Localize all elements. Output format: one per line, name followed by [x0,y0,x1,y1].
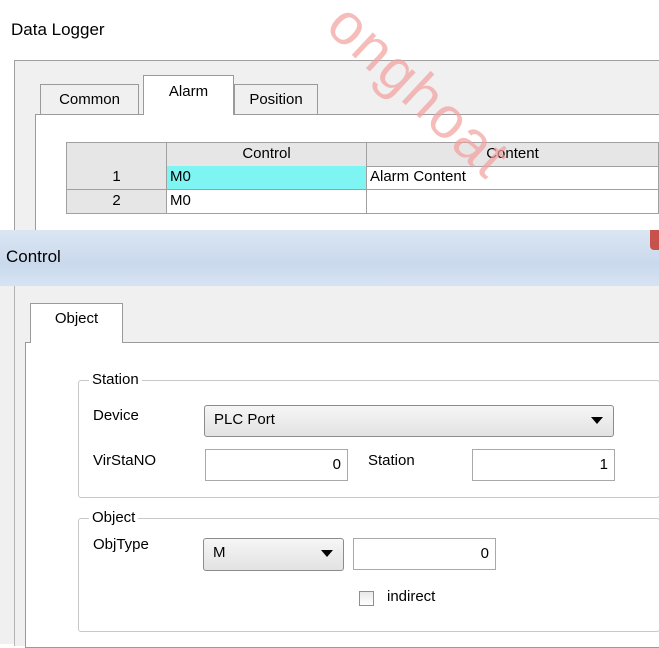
object-group-legend: Object [89,509,139,526]
objtype-select-value: M [213,544,226,561]
data-logger-window: Data Logger Common Alarm Position Contro… [0,0,659,237]
header-corner [66,143,167,167]
device-label: Device [93,407,139,424]
header-content: Content [367,143,659,167]
virstano-field[interactable]: 0 [205,449,348,481]
indirect-checkbox[interactable] [359,591,374,606]
control-dialog: Control Object Station Device PLC Port V… [0,230,659,648]
object-tab-panel: Station Device PLC Port VirStaNO 0 Stati… [25,342,659,648]
control-titlebar[interactable] [0,230,659,286]
control-cell[interactable]: M0 [167,190,367,214]
object-group [78,518,659,632]
table-row[interactable]: 1 M0 Alarm Content [66,166,659,190]
objtype-select[interactable]: M [203,538,344,571]
chevron-down-icon [321,550,333,557]
row-index[interactable]: 1 [66,166,167,190]
header-control: Control [167,143,367,167]
tab-position[interactable]: Position [234,84,318,114]
tab-common[interactable]: Common [40,84,139,114]
device-select-value: PLC Port [214,411,275,428]
objtype-label: ObjType [93,536,149,553]
chevron-down-icon [591,417,603,424]
indirect-label: indirect [387,588,436,605]
tab-alarm[interactable]: Alarm [143,75,234,115]
virstano-label: VirStaNO [93,452,157,469]
table-header-row: Control Content [66,142,659,167]
object-address-field[interactable]: 0 [353,538,496,570]
content-cell[interactable] [367,190,659,214]
data-logger-title: Data Logger [11,20,105,39]
row-index[interactable]: 2 [66,190,167,214]
control-dialog-title: Control [6,247,61,266]
close-button[interactable] [650,230,659,250]
tab-object[interactable]: Object [30,303,123,343]
table-row[interactable]: 2 M0 [66,190,659,214]
station-label: Station [368,452,415,469]
station-group-legend: Station [89,371,142,388]
control-cell-selected[interactable]: M0 [167,166,367,190]
device-select[interactable]: PLC Port [204,405,614,437]
content-cell[interactable]: Alarm Content [367,166,659,190]
station-field[interactable]: 1 [472,449,615,481]
